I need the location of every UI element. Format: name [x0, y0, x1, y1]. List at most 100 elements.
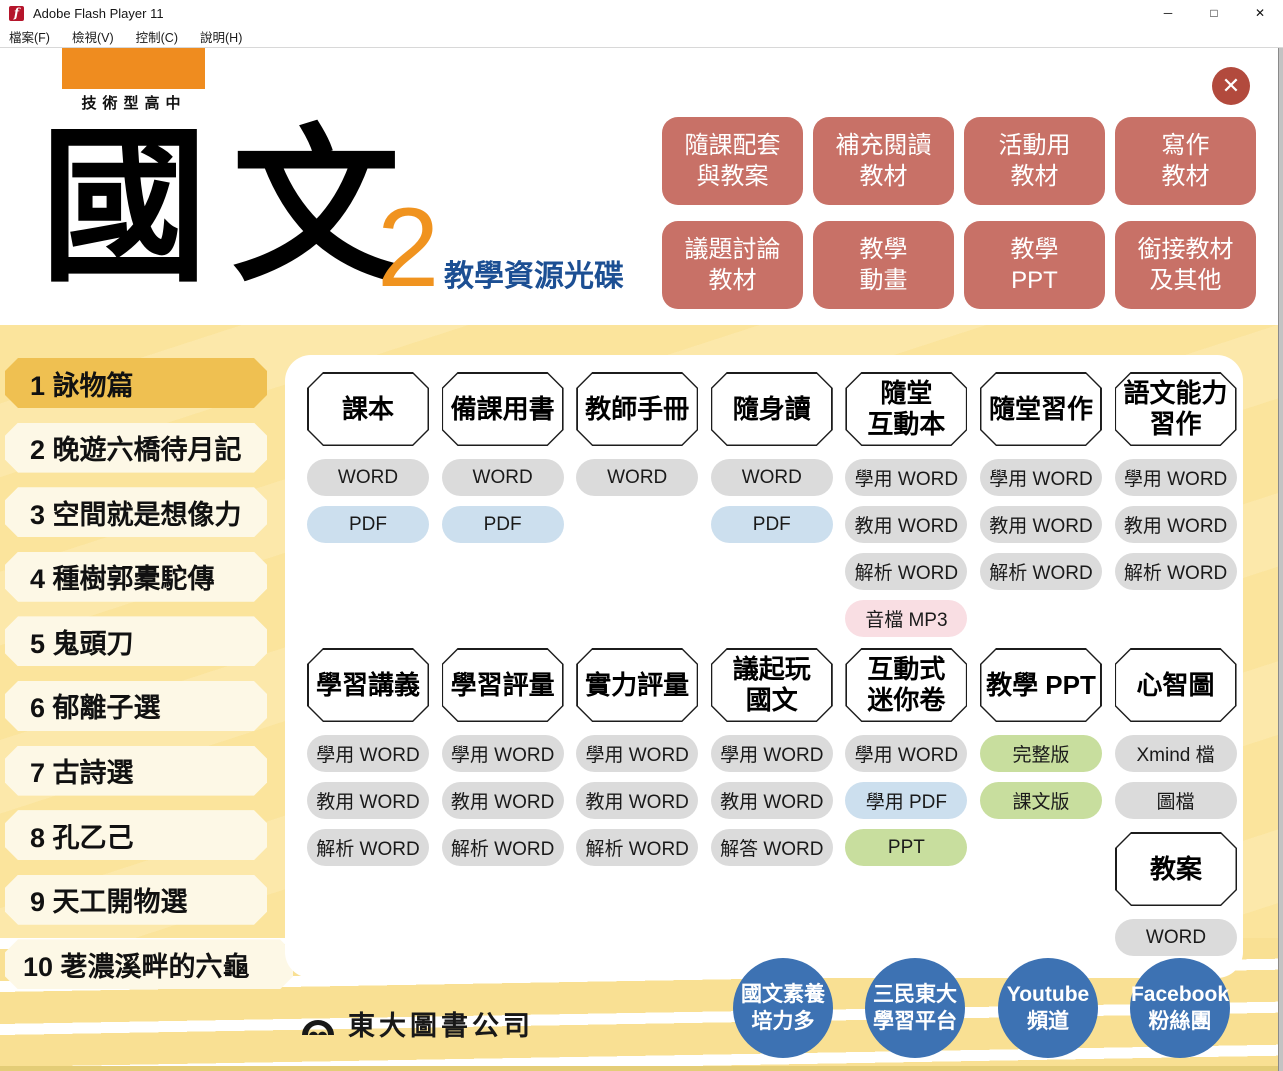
- file-link-button[interactable]: 學用 WORD: [307, 735, 429, 772]
- sidebar-item-4[interactable]: 4 種樹郭橐駝傳: [5, 552, 267, 602]
- file-link-button[interactable]: 學用 WORD: [442, 735, 564, 772]
- menu-file[interactable]: 檔案(F): [9, 27, 50, 46]
- window-controls: ─ □ ✕: [1145, 0, 1283, 26]
- sidebar-item-10[interactable]: 10 荖濃溪畔的六龜: [5, 939, 293, 989]
- btn-teaching-animation[interactable]: 教學動畫: [813, 221, 954, 309]
- category-title-line: 學習講義: [316, 670, 420, 701]
- category-header: 隨堂互動本: [845, 372, 967, 446]
- window-title: Adobe Flash Player 11: [33, 6, 164, 21]
- file-link-button[interactable]: 解答 WORD: [711, 829, 833, 866]
- link-youtube-channel[interactable]: Youtube頻道: [998, 958, 1098, 1058]
- sidebar-item-1[interactable]: 1 詠物篇: [5, 358, 267, 408]
- category-header: 語文能力習作: [1115, 372, 1237, 446]
- file-link-button[interactable]: 解析 WORD: [845, 553, 967, 590]
- btn-activity-materials[interactable]: 活動用教材: [964, 117, 1105, 205]
- category-header: 教案: [1115, 832, 1237, 906]
- sidebar-item-9[interactable]: 9 天工開物選: [5, 875, 267, 925]
- file-link-button[interactable]: 音檔 MP3: [845, 600, 967, 637]
- file-link-button[interactable]: 學用 WORD: [845, 735, 967, 772]
- category-header: 心智圖: [1115, 648, 1237, 722]
- file-link-button[interactable]: 解析 WORD: [980, 553, 1102, 590]
- file-link-button[interactable]: 教用 WORD: [307, 782, 429, 819]
- file-link-button[interactable]: Xmind 檔: [1115, 735, 1237, 772]
- file-link-button[interactable]: 學用 WORD: [576, 735, 698, 772]
- file-link-button[interactable]: 解析 WORD: [307, 829, 429, 866]
- file-link-button[interactable]: PDF: [442, 506, 564, 543]
- btn-lesson-package[interactable]: 隨課配套與教案: [662, 117, 803, 205]
- sidebar-item-3[interactable]: 3 空間就是想像力: [5, 487, 267, 537]
- file-link-button[interactable]: 學用 PDF: [845, 782, 967, 819]
- file-link-button[interactable]: 教用 WORD: [1115, 506, 1237, 543]
- category-title-line: 國文: [746, 685, 798, 716]
- file-link-button[interactable]: 解析 WORD: [442, 829, 564, 866]
- menu-view[interactable]: 檢視(V): [72, 27, 114, 46]
- category-title-line: 備課用書: [451, 394, 555, 425]
- category-header: 教師手冊: [576, 372, 698, 446]
- file-link-button[interactable]: 學用 WORD: [980, 459, 1102, 496]
- menu-help[interactable]: 說明(H): [200, 27, 242, 46]
- close-icon[interactable]: ✕: [1212, 67, 1250, 105]
- file-link-button[interactable]: PPT: [845, 829, 967, 866]
- resources-panel: 課本WORDPDF備課用書WORDPDF教師手冊WORD隨身讀WORDPDF隨堂…: [285, 355, 1243, 978]
- link-learning-platform[interactable]: 三民東大學習平台: [865, 958, 965, 1058]
- resource-column: 語文能力習作學用 WORD 教用 WORD 解析 WORD: [1115, 372, 1237, 648]
- file-link-button[interactable]: 學用 WORD: [711, 735, 833, 772]
- resource-column: 教師手冊 WORD: [576, 372, 698, 648]
- file-link-button[interactable]: WORD: [307, 459, 429, 496]
- file-link-button[interactable]: 教用 WORD: [576, 782, 698, 819]
- category-title-line: 隨堂: [880, 378, 932, 409]
- resource-group-1: 課本WORDPDF備課用書WORDPDF教師手冊WORD隨身讀WORDPDF隨堂…: [307, 372, 1243, 648]
- category-title-line: 互動本: [867, 409, 945, 440]
- btn-writing-materials[interactable]: 寫作教材: [1115, 117, 1256, 205]
- flash-player-icon: f: [9, 6, 24, 21]
- file-link-button[interactable]: 教用 WORD: [442, 782, 564, 819]
- link-literacy-platform[interactable]: 國文素養培力多: [733, 958, 833, 1058]
- file-link-button[interactable]: PDF: [711, 506, 833, 543]
- file-link-button[interactable]: WORD: [1115, 919, 1237, 956]
- minimize-button[interactable]: ─: [1145, 0, 1191, 26]
- file-link-button[interactable]: PDF: [307, 506, 429, 543]
- file-link-button[interactable]: 學用 WORD: [1115, 459, 1237, 496]
- category-title-line: 隨堂習作: [989, 394, 1093, 425]
- file-link-button[interactable]: 圖檔: [1115, 782, 1237, 819]
- sidebar-item-5[interactable]: 5 鬼頭刀: [5, 616, 267, 666]
- sidebar-item-6[interactable]: 6 郁離子選: [5, 681, 267, 731]
- maximize-button[interactable]: □: [1191, 0, 1237, 26]
- window-titlebar: f Adobe Flash Player 11 ─ □ ✕: [0, 0, 1283, 26]
- file-link-button[interactable]: WORD: [576, 459, 698, 496]
- link-facebook-page[interactable]: Facebook粉絲團: [1130, 958, 1230, 1058]
- file-link-button[interactable]: WORD: [442, 459, 564, 496]
- disc-subtitle: 教學資源光碟: [444, 251, 624, 295]
- resource-column: 互動式迷你卷學用 WORD學用 PDFPPT: [845, 648, 967, 876]
- file-link-button[interactable]: 教用 WORD: [980, 506, 1102, 543]
- lesson-plan-block: 教案 WORD: [1115, 832, 1237, 966]
- category-title-line: 習作: [1150, 409, 1202, 440]
- category-title-line: 議起玩: [733, 654, 811, 685]
- sidebar-item-2[interactable]: 2 晚遊六橋待月記: [5, 423, 267, 473]
- file-link-button[interactable]: 課文版: [980, 782, 1102, 819]
- btn-supplementary-reading[interactable]: 補充閱讀教材: [813, 117, 954, 205]
- sidebar-item-7[interactable]: 7 古詩選: [5, 746, 267, 796]
- menu-control[interactable]: 控制(C): [136, 27, 178, 46]
- btn-topic-discussion[interactable]: 議題討論教材: [662, 221, 803, 309]
- file-link-button[interactable]: 解析 WORD: [576, 829, 698, 866]
- resource-column: 隨身讀WORDPDF: [711, 372, 833, 648]
- top-category-buttons: 隨課配套與教案 補充閱讀教材 活動用教材 寫作教材 議題討論教材 教學動畫 教學…: [662, 117, 1256, 309]
- category-header: 隨堂習作: [980, 372, 1102, 446]
- file-link-button[interactable]: 完整版: [980, 735, 1102, 772]
- close-window-button[interactable]: ✕: [1237, 0, 1283, 26]
- btn-bridging-materials[interactable]: 銜接教材及其他: [1115, 221, 1256, 309]
- file-link-button[interactable]: 教用 WORD: [845, 506, 967, 543]
- category-title-line: 課本: [342, 394, 394, 425]
- file-link-button[interactable]: WORD: [711, 459, 833, 496]
- btn-teaching-ppt[interactable]: 教學PPT: [964, 221, 1105, 309]
- window-scroll-edge[interactable]: [1278, 48, 1283, 1071]
- file-link-button[interactable]: 學用 WORD: [845, 459, 967, 496]
- category-title-line: 教師手冊: [585, 394, 689, 425]
- file-link-button[interactable]: 教用 WORD: [711, 782, 833, 819]
- resource-column: 備課用書 WORD PDF: [442, 372, 564, 648]
- category-header: 課本: [307, 372, 429, 446]
- sidebar-item-8[interactable]: 8 孔乙己: [5, 810, 267, 860]
- resource-group-2: 學習講義學用 WORD教用 WORD解析 WORD學習評量學用 WORD教用 W…: [307, 648, 1243, 876]
- file-link-button[interactable]: 解析 WORD: [1115, 553, 1237, 590]
